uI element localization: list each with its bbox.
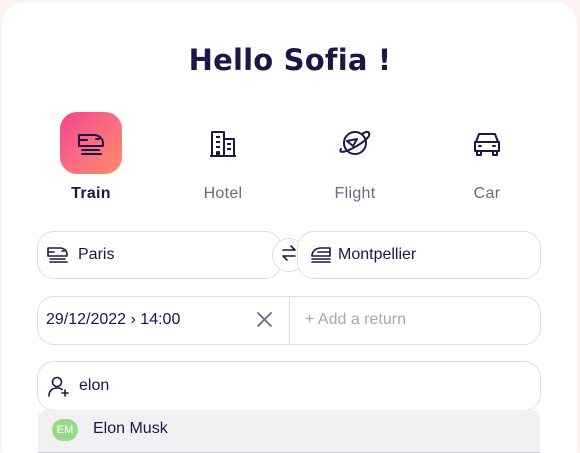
flight-icon xyxy=(324,112,386,174)
passenger-search-field[interactable]: elon xyxy=(37,361,541,411)
train-side-icon xyxy=(309,245,333,270)
tab-flight-label: Flight xyxy=(334,185,376,202)
tab-car-label: Car xyxy=(473,185,501,202)
swap-arrows-icon xyxy=(280,244,298,267)
tab-train[interactable]: Train xyxy=(46,112,136,207)
greeting-title: Hello Sofia ! xyxy=(188,43,392,77)
tab-hotel-label: Hotel xyxy=(203,185,243,202)
tab-train-label: Train xyxy=(71,185,111,202)
suggestion-list: EM Elon Musk xyxy=(38,410,540,453)
car-icon xyxy=(456,112,518,174)
close-icon[interactable] xyxy=(256,311,273,333)
transport-mode-tabs: Train Hotel Flight Car xyxy=(0,112,580,207)
origin-value: Paris xyxy=(78,246,115,263)
tab-car[interactable]: Car xyxy=(442,112,532,207)
destination-field[interactable]: Montpellier xyxy=(297,231,541,279)
train-icon xyxy=(60,112,122,174)
tab-flight[interactable]: Flight xyxy=(310,112,400,207)
outbound-date-value[interactable]: 29/12/2022 › 14:00 xyxy=(46,311,180,329)
date-divider xyxy=(289,297,290,344)
add-user-icon xyxy=(47,375,71,404)
destination-value: Montpellier xyxy=(338,246,417,263)
suggestion-item[interactable]: EM Elon Musk xyxy=(38,410,540,452)
add-return-button[interactable]: + Add a return xyxy=(305,311,406,329)
origin-field[interactable]: Paris xyxy=(37,231,282,279)
train-front-icon xyxy=(46,245,70,270)
passenger-search-input: elon xyxy=(79,377,110,394)
suggestion-name: Elon Musk xyxy=(93,420,168,437)
hotel-icon xyxy=(192,112,254,174)
avatar: EM xyxy=(52,419,78,441)
tab-hotel[interactable]: Hotel xyxy=(178,112,268,207)
